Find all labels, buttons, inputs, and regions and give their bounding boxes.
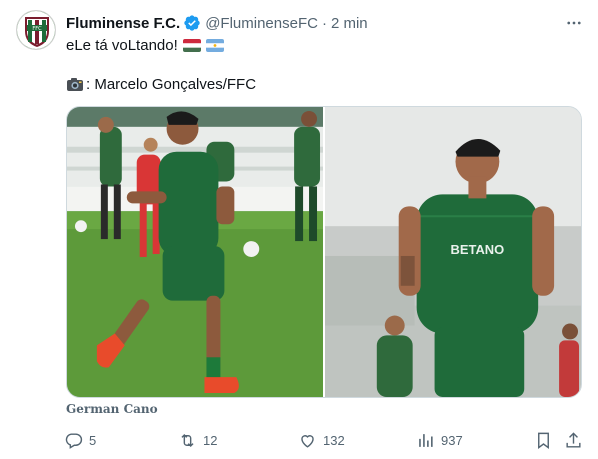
hungary-flag-icon (182, 38, 201, 52)
reply-button[interactable]: 5 (64, 426, 96, 454)
reply-icon (64, 431, 83, 450)
tagged-person[interactable]: German Cano (66, 402, 158, 416)
retweet-icon (178, 431, 197, 450)
share-icon (564, 431, 583, 450)
separator-dot: · (321, 14, 327, 32)
reply-count: 5 (89, 432, 97, 448)
tweet-text-line: eLe tá voLtando! (66, 35, 224, 55)
svg-text:FFC: FFC (32, 26, 42, 32)
verified-badge-icon (183, 14, 201, 32)
heart-icon (298, 431, 317, 450)
like-count: 132 (323, 432, 345, 448)
retweet-count: 12 (203, 432, 218, 448)
tweet-actions: 5 12 132 937 (58, 426, 588, 454)
training-photo-right[interactable]: BETANO (325, 107, 581, 397)
bookmark-icon (534, 431, 553, 450)
views-chart-icon (416, 431, 435, 450)
training-photo-left[interactable] (67, 107, 323, 397)
author-handle[interactable]: @FluminenseFC (205, 15, 318, 32)
svg-text:BETANO: BETANO (451, 242, 505, 257)
tweet[interactable]: FFC Fluminense F.C. @FluminenseFC · 2 mi… (0, 0, 598, 459)
fluminense-crest-icon: FFC (17, 11, 55, 49)
photo-credit-line: : Marcelo Gonçalves/FFC (66, 74, 256, 94)
avatar[interactable]: FFC (16, 10, 56, 50)
argentina-flag-icon (205, 38, 224, 52)
retweet-button[interactable]: 12 (178, 426, 217, 454)
tweet-text: eLe tá voLtando! (66, 36, 178, 54)
tweet-timestamp[interactable]: 2 min (331, 15, 368, 32)
like-button[interactable]: 132 (298, 426, 345, 454)
media-grid: BETANO (66, 106, 582, 398)
views-button[interactable]: 937 (416, 426, 463, 454)
bookmark-button[interactable] (534, 426, 553, 454)
more-options-icon[interactable] (564, 13, 584, 33)
tweet-header: Fluminense F.C. @FluminenseFC · 2 min (66, 13, 368, 33)
views-count: 937 (441, 432, 463, 448)
camera-icon (66, 76, 84, 92)
share-button[interactable] (564, 426, 583, 454)
photo-credit: : Marcelo Gonçalves/FFC (86, 75, 257, 93)
author-name[interactable]: Fluminense F.C. (66, 15, 180, 32)
